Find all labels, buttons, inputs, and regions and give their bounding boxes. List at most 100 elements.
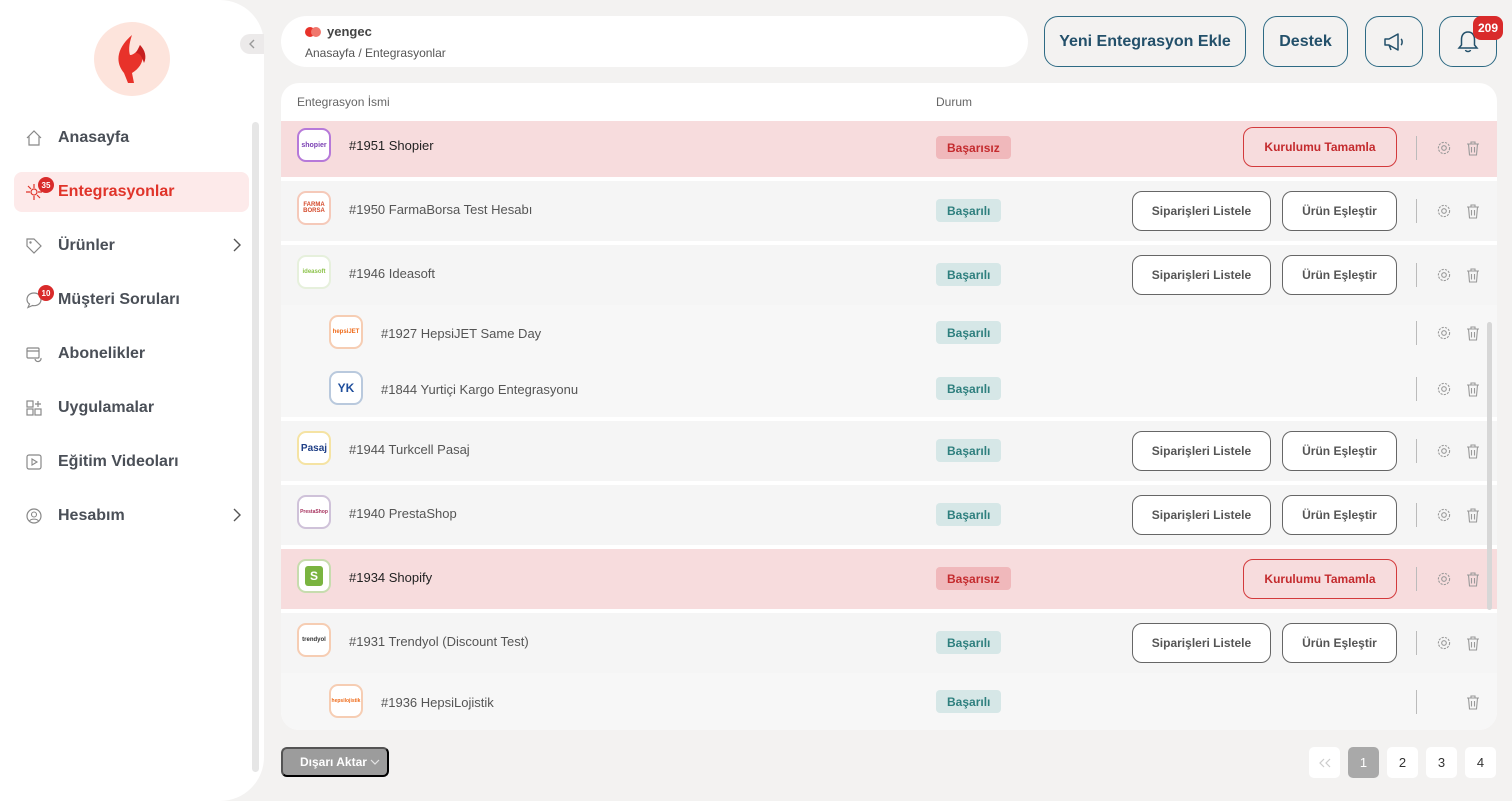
add-integration-button[interactable]: Yeni Entegrasyon Ekle — [1044, 16, 1246, 67]
table-row[interactable]: Pasaj #1944 Turkcell Pasaj Başarılı Sipa… — [281, 421, 1497, 481]
sidebar-item-products[interactable]: Ürünler — [14, 226, 249, 266]
table-scrollbar[interactable] — [1487, 322, 1492, 610]
divider — [1416, 631, 1417, 655]
trash-icon[interactable] — [1465, 140, 1481, 156]
match-products-button[interactable]: Ürün Eşleştir — [1282, 191, 1397, 231]
chevron-right-icon — [233, 238, 241, 252]
pagination-page-2[interactable]: 2 — [1387, 747, 1418, 778]
match-products-button[interactable]: Ürün Eşleştir — [1282, 623, 1397, 663]
status-badge: Başarılı — [936, 631, 1002, 654]
gear-icon[interactable] — [1436, 267, 1452, 283]
hepsilojistik-logo: hepsilojistik — [329, 684, 363, 718]
table-row[interactable]: trendyol #1931 Trendyol (Discount Test) … — [281, 613, 1497, 673]
sidebar-item-home[interactable]: Anasayfa — [14, 118, 249, 158]
trash-icon[interactable] — [1465, 694, 1481, 710]
brand: yengec — [305, 24, 372, 39]
list-orders-button[interactable]: Siparişleri Listele — [1132, 495, 1271, 535]
trash-icon[interactable] — [1465, 267, 1481, 283]
pagination-page-3[interactable]: 3 — [1426, 747, 1457, 778]
gear-icon[interactable] — [1436, 140, 1452, 156]
sidebar-item-apps[interactable]: Uygulamalar — [14, 388, 249, 428]
table-row[interactable]: shopier #1951 Shopier Başarısız Kurulumu… — [281, 121, 1497, 177]
trash-icon[interactable] — [1465, 635, 1481, 651]
list-orders-button[interactable]: Siparişleri Listele — [1132, 623, 1271, 663]
trash-icon[interactable] — [1465, 381, 1481, 397]
list-orders-button[interactable]: Siparişleri Listele — [1132, 255, 1271, 295]
trash-icon[interactable] — [1465, 507, 1481, 523]
complete-setup-button[interactable]: Kurulumu Tamamla — [1243, 559, 1397, 599]
double-chevron-left-icon — [1318, 758, 1330, 767]
home-icon — [26, 130, 42, 146]
list-orders-button[interactable]: Siparişleri Listele — [1132, 431, 1271, 471]
match-products-button[interactable]: Ürün Eşleştir — [1282, 495, 1397, 535]
top-bar: yengec Anasayfa / Entegrasyonlar — [281, 16, 1028, 67]
pagination-page-1[interactable]: 1 — [1348, 747, 1379, 778]
pagination-page-4[interactable]: 4 — [1465, 747, 1496, 778]
status-badge: Başarılı — [936, 503, 1002, 526]
table-row[interactable]: ideasoft #1946 Ideasoft Başarılı Sipariş… — [281, 245, 1497, 305]
trash-icon[interactable] — [1465, 325, 1481, 341]
chevron-right-icon — [233, 508, 241, 522]
gear-icon[interactable] — [1436, 325, 1452, 341]
integration-name: #1940 PrestaShop — [349, 506, 457, 521]
table-row[interactable]: PrestaShop #1940 PrestaShop Başarılı Sip… — [281, 485, 1497, 545]
divider — [1416, 690, 1417, 714]
sidebar-scrollbar[interactable] — [252, 122, 259, 772]
sidebar-item-integrations[interactable]: 35 Entegrasyonlar — [14, 172, 249, 212]
table-row[interactable]: hepsiJET #1927 HepsiJET Same Day Başarıl… — [281, 305, 1497, 361]
list-orders-button[interactable]: Siparişleri Listele — [1132, 191, 1271, 231]
support-button[interactable]: Destek — [1263, 16, 1348, 67]
divider — [1416, 263, 1417, 287]
sidebar-item-label: Müşteri Soruları — [58, 291, 180, 308]
sidebar-item-subscriptions[interactable]: Abonelikler — [14, 334, 249, 374]
table-row[interactable]: hepsilojistik #1936 HepsiLojistik Başarı… — [281, 673, 1497, 730]
trash-icon[interactable] — [1465, 443, 1481, 459]
sidebar-item-label: Ürünler — [58, 237, 115, 254]
prestashop-logo: PrestaShop — [297, 495, 331, 529]
integration-name: #1934 Shopify — [349, 570, 433, 585]
hepsijet-logo: hepsiJET — [329, 315, 363, 349]
match-products-button[interactable]: Ürün Eşleştir — [1282, 255, 1397, 295]
integrations-count-badge: 35 — [38, 177, 54, 193]
gear-icon[interactable] — [1436, 507, 1452, 523]
gear-icon[interactable] — [1436, 443, 1452, 459]
sidebar-item-label: Eğitim Videoları — [58, 453, 179, 470]
status-badge: Başarılı — [936, 439, 1002, 462]
trash-icon[interactable] — [1465, 203, 1481, 219]
match-products-button[interactable]: Ürün Eşleştir — [1282, 431, 1397, 471]
gear-icon[interactable] — [1436, 203, 1452, 219]
pagination-prev-button[interactable] — [1309, 747, 1340, 778]
export-dropdown-button[interactable]: Dışarı Aktar — [281, 747, 389, 777]
gear-icon[interactable] — [1436, 571, 1452, 587]
shopify-bag-icon: S — [305, 566, 323, 586]
table-row[interactable]: S #1934 Shopify Başarısız Kurulumu Tamam… — [281, 549, 1497, 609]
chevron-left-icon — [249, 39, 255, 49]
announcements-button[interactable] — [1365, 16, 1423, 67]
status-badge: Başarılı — [936, 321, 1002, 344]
shopier-logo: shopier — [297, 128, 331, 162]
sidebar-item-label: Hesabım — [58, 507, 125, 524]
sidebar-item-customer-questions[interactable]: 10 Müşteri Soruları — [14, 280, 249, 320]
complete-setup-button[interactable]: Kurulumu Tamamla — [1243, 127, 1397, 167]
megaphone-icon — [1384, 32, 1403, 51]
integration-name: #1936 HepsiLojistik — [381, 695, 494, 710]
integration-name: #1951 Shopier — [349, 138, 434, 153]
sidebar-collapse-button[interactable] — [240, 34, 264, 54]
divider — [1416, 321, 1417, 345]
gear-icon[interactable] — [1436, 635, 1452, 651]
table-row[interactable]: YK #1844 Yurtiçi Kargo Entegrasyonu Başa… — [281, 361, 1497, 417]
integration-name: #1931 Trendyol (Discount Test) — [349, 634, 529, 649]
status-badge: Başarısız — [936, 136, 1011, 159]
column-header-status: Durum — [936, 95, 973, 109]
trash-icon[interactable] — [1465, 571, 1481, 587]
turkcell-pasaj-logo: Pasaj — [297, 431, 331, 465]
gear-icon[interactable] — [1436, 381, 1452, 397]
table-row[interactable]: FARMA BORSA #1950 FarmaBorsa Test Hesabı… — [281, 181, 1497, 241]
divider — [1416, 377, 1417, 401]
sidebar-item-training-videos[interactable]: Eğitim Videoları — [14, 442, 249, 482]
subscription-icon — [26, 347, 42, 363]
sidebar-item-label: Abonelikler — [58, 345, 146, 362]
app-logo[interactable] — [94, 22, 170, 96]
questions-count-badge: 10 — [38, 285, 54, 301]
sidebar-item-account[interactable]: Hesabım — [14, 496, 249, 536]
